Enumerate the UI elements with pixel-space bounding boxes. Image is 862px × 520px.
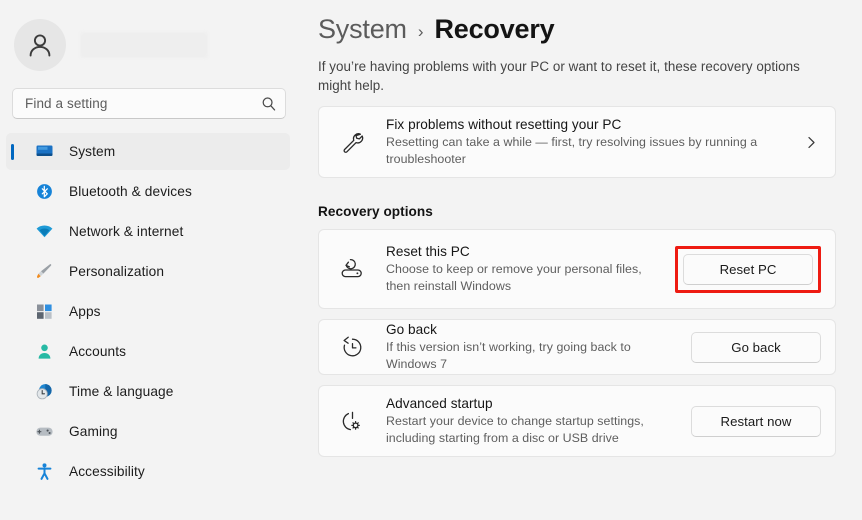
sidebar-item-label: System	[69, 144, 116, 159]
go-back-button[interactable]: Go back	[691, 331, 821, 363]
sidebar: System Bluetooth & devices	[0, 0, 300, 520]
person-avatar-icon	[29, 34, 51, 57]
sidebar-item-bluetooth-devices[interactable]: Bluetooth & devices	[6, 173, 290, 210]
sidebar-item-accounts[interactable]: Accounts	[6, 333, 290, 370]
fix-problems-text: Fix problems without resetting your PC R…	[386, 117, 804, 167]
sidebar-item-accessibility[interactable]: Accessibility	[6, 453, 290, 490]
paintbrush-icon	[34, 262, 54, 282]
sidebar-item-label: Personalization	[69, 264, 165, 279]
accessibility-icon	[34, 462, 54, 482]
card-title: Go back	[386, 322, 437, 337]
main-content: System › Recovery If you’re having probl…	[300, 0, 862, 520]
wifi-icon	[34, 222, 54, 242]
advanced-startup-card: Advanced startup Restart your device to …	[318, 385, 836, 457]
chevron-right-icon[interactable]	[804, 135, 821, 150]
system-monitor-icon	[34, 142, 54, 162]
wrench-icon	[335, 130, 369, 155]
restart-now-button[interactable]: Restart now	[691, 405, 821, 437]
apps-grid-icon	[34, 302, 54, 322]
reset-this-pc-text: Reset this PC Choose to keep or remove y…	[386, 244, 675, 294]
card-title: Reset this PC	[386, 244, 470, 259]
sidebar-item-gaming[interactable]: Gaming	[6, 413, 290, 450]
sidebar-item-label: Accounts	[69, 344, 127, 359]
search-icon[interactable]	[261, 96, 277, 112]
page-description: If you’re having problems with your PC o…	[318, 59, 800, 93]
sidebar-item-time-language[interactable]: Time & language	[6, 373, 290, 410]
search-input[interactable]	[25, 96, 257, 111]
card-subtitle: Restart your device to change startup se…	[386, 414, 644, 445]
sidebar-item-label: Accessibility	[69, 464, 145, 479]
reset-pc-icon	[335, 256, 369, 282]
card-title: Fix problems without resetting your PC	[386, 117, 622, 132]
search-box[interactable]	[12, 88, 286, 119]
sidebar-item-apps[interactable]: Apps	[6, 293, 290, 330]
reset-pc-button[interactable]: Reset PC	[683, 253, 813, 285]
bluetooth-icon	[34, 182, 54, 202]
go-back-text: Go back If this version isn’t working, t…	[386, 322, 691, 372]
clock-globe-icon	[34, 382, 54, 402]
sidebar-item-label: Apps	[69, 304, 101, 319]
card-subtitle: Resetting can take a while — first, try …	[386, 135, 758, 166]
chevron-right-icon: ›	[417, 21, 424, 41]
sidebar-item-system[interactable]: System	[6, 133, 290, 170]
reset-pc-highlight-box: Reset PC	[675, 245, 821, 293]
account-header[interactable]	[0, 0, 300, 72]
sidebar-nav: System Bluetooth & devices Network & int…	[0, 133, 300, 490]
sidebar-item-network-internet[interactable]: Network & internet	[6, 213, 290, 250]
settings-window: System Bluetooth & devices	[0, 0, 862, 520]
sidebar-item-label: Network & internet	[69, 224, 184, 239]
section-title-recovery-options: Recovery options	[318, 204, 433, 219]
fix-problems-card[interactable]: Fix problems without resetting your PC R…	[318, 106, 836, 178]
person-icon	[34, 342, 54, 362]
card-title: Advanced startup	[386, 396, 493, 411]
power-gear-icon	[335, 409, 369, 434]
breadcrumb-parent[interactable]: System	[318, 14, 407, 45]
advanced-startup-text: Advanced startup Restart your device to …	[386, 396, 691, 446]
sidebar-item-personalization[interactable]: Personalization	[6, 253, 290, 290]
sidebar-item-label: Gaming	[69, 424, 118, 439]
breadcrumb: System › Recovery	[318, 0, 836, 45]
card-subtitle: Choose to keep or remove your personal f…	[386, 262, 642, 293]
sidebar-item-label: Bluetooth & devices	[69, 184, 192, 199]
account-name-redacted	[80, 32, 208, 58]
game-controller-icon	[34, 422, 54, 442]
reset-this-pc-card: Reset this PC Choose to keep or remove y…	[318, 229, 836, 309]
avatar	[14, 19, 66, 71]
sidebar-item-label: Time & language	[69, 384, 174, 399]
card-subtitle: If this version isn’t working, try going…	[386, 340, 631, 371]
page-title: Recovery	[434, 13, 555, 44]
clock-back-icon	[335, 335, 369, 360]
go-back-card: Go back If this version isn’t working, t…	[318, 319, 836, 375]
